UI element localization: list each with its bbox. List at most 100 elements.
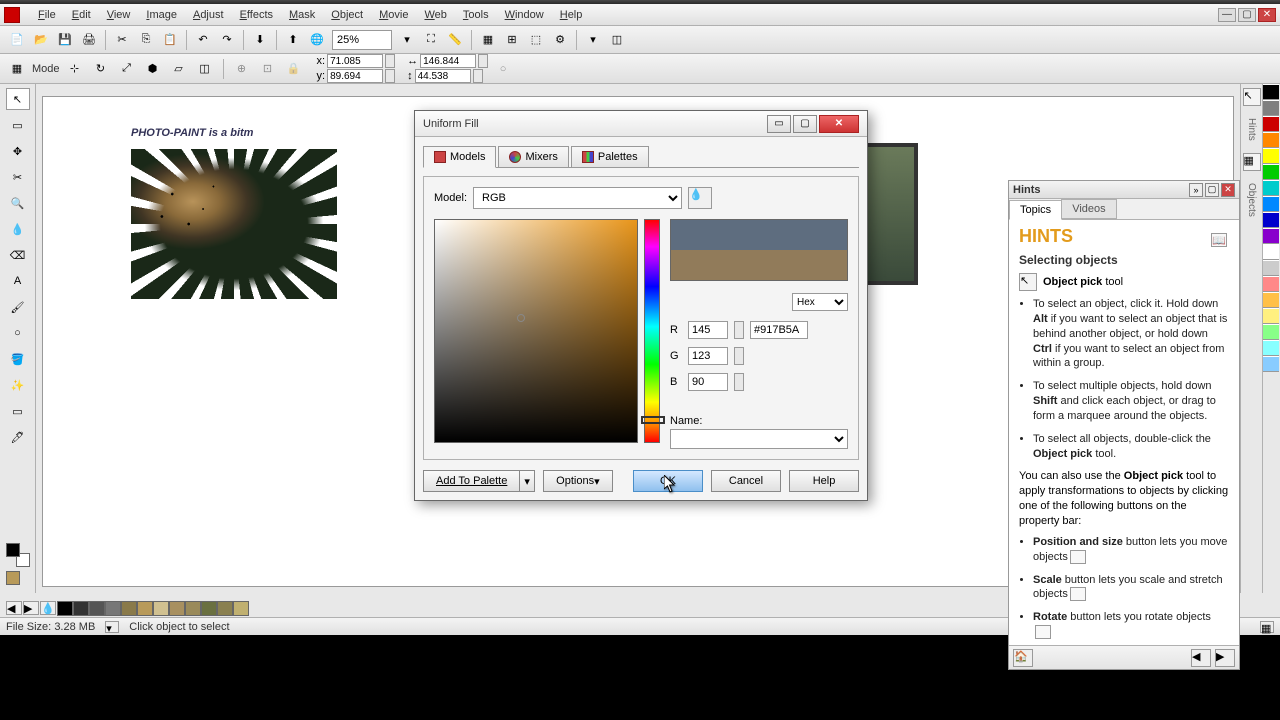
hue-slider[interactable] (644, 219, 660, 443)
model-select[interactable]: RGB (473, 187, 682, 209)
eyedropper-button[interactable]: 💧 (688, 187, 712, 209)
b-spinner[interactable] (734, 373, 744, 391)
hex-format-select[interactable]: Hex (792, 293, 848, 311)
menu-effects[interactable]: Effects (232, 7, 281, 23)
eyedropper-tool[interactable]: 💧 (6, 218, 30, 240)
hints-close-icon[interactable]: ✕ (1221, 183, 1235, 197)
doc-palette-chip[interactable] (217, 601, 233, 616)
copy-icon[interactable]: ⎘ (135, 29, 157, 51)
paste-icon[interactable]: 📋 (159, 29, 181, 51)
palette-chip[interactable] (1263, 180, 1279, 196)
zoom-tool[interactable]: 🔍 (6, 192, 30, 214)
app-switch-icon[interactable]: ◫ (606, 29, 628, 51)
pick-docker-icon[interactable]: ↖ (1243, 88, 1261, 106)
zoom-dropdown-icon[interactable]: ▾ (396, 29, 418, 51)
menu-mask[interactable]: Mask (281, 7, 323, 23)
fullscreen-icon[interactable]: ⛶ (420, 29, 442, 51)
objects-docker-tab[interactable]: Objects (1246, 183, 1257, 217)
scale-mode-icon[interactable]: ⤢ (116, 58, 138, 80)
r-spinner[interactable] (734, 321, 744, 339)
maximize-button[interactable]: ▢ (1238, 8, 1256, 22)
doc-palette-chip[interactable] (201, 601, 217, 616)
dialog-close-icon[interactable]: ✕ (819, 115, 859, 133)
options-button[interactable]: Options ▾ (543, 470, 613, 492)
palette-chip[interactable] (1263, 148, 1279, 164)
mask-rect-tool[interactable]: ▭ (6, 114, 30, 136)
eraser-tool[interactable]: ⌫ (6, 244, 30, 266)
book-icon[interactable]: 📖 (1211, 233, 1227, 247)
menu-tools[interactable]: Tools (455, 7, 497, 23)
export-icon[interactable]: ⬆ (282, 29, 304, 51)
tab-topics[interactable]: Topics (1009, 200, 1062, 220)
image-sprayer-tool[interactable]: 🖊 (6, 426, 30, 448)
crop-tool[interactable]: ✂ (6, 166, 30, 188)
snap-icon[interactable]: ⬚ (525, 29, 547, 51)
x-spinner[interactable] (385, 54, 395, 68)
minimize-button[interactable]: — (1218, 8, 1236, 22)
palette-chip[interactable] (1263, 324, 1279, 340)
close-button[interactable]: ✕ (1258, 8, 1276, 22)
palette-chip[interactable] (1263, 260, 1279, 276)
skew-mode-icon[interactable]: ⬢ (142, 58, 164, 80)
options-icon[interactable]: ⚙ (549, 29, 571, 51)
g-input[interactable] (688, 347, 728, 365)
palette-chip[interactable] (1263, 228, 1279, 244)
add-to-palette-dropdown[interactable]: ▾ (520, 470, 535, 492)
apply-icon[interactable]: ○ (492, 58, 514, 80)
menu-window[interactable]: Window (497, 7, 552, 23)
add-to-palette-button[interactable]: Add To Palette (423, 470, 520, 492)
doc-palette-chip[interactable] (89, 601, 105, 616)
palette-eyedrop-icon[interactable]: 💧 (40, 601, 56, 615)
grid-icon[interactable]: ▦ (477, 29, 499, 51)
hints-forward-icon[interactable]: ▶ (1215, 649, 1235, 667)
zoom-level[interactable] (332, 30, 392, 50)
doc-palette-chip[interactable] (185, 601, 201, 616)
hints-docker-tab[interactable]: Hints (1246, 118, 1257, 141)
palette-chip[interactable] (1263, 276, 1279, 292)
palette-chip[interactable] (1263, 308, 1279, 324)
hints-home-icon[interactable]: 🏠 (1013, 649, 1033, 667)
position-icon[interactable]: ⊕ (231, 58, 253, 80)
palette-chip[interactable] (1263, 164, 1279, 180)
palette-chip[interactable] (1263, 196, 1279, 212)
help-button[interactable]: Help (789, 470, 859, 492)
palette-chip[interactable] (1263, 340, 1279, 356)
undo-icon[interactable]: ↶ (192, 29, 214, 51)
pick-mode-icon[interactable]: ⊹ (64, 58, 86, 80)
h-input[interactable] (415, 69, 471, 83)
menu-object[interactable]: Object (323, 7, 371, 23)
palette-chip[interactable] (1263, 244, 1279, 260)
palette-chip[interactable] (1263, 84, 1279, 100)
lock-icon[interactable]: 🔒 (283, 58, 305, 80)
doc-palette-chip[interactable] (169, 601, 185, 616)
size-icon[interactable]: ⊡ (257, 58, 279, 80)
doc-palette-chip[interactable] (105, 601, 121, 616)
cancel-button[interactable]: Cancel (711, 470, 781, 492)
doc-palette-chip[interactable] (153, 601, 169, 616)
h-spinner[interactable] (473, 69, 483, 83)
g-spinner[interactable] (734, 347, 744, 365)
doc-palette-chip[interactable] (233, 601, 249, 616)
status-dropdown-icon[interactable]: ▾ (105, 621, 119, 633)
import-icon[interactable]: ⬇ (249, 29, 271, 51)
color-swatches[interactable] (6, 543, 30, 567)
doc-palette-chip[interactable] (73, 601, 89, 616)
tab-videos[interactable]: Videos (1061, 199, 1116, 219)
ok-button[interactable]: OK (633, 470, 703, 492)
object-pick-tool[interactable]: ↖ (6, 88, 30, 110)
tab-models[interactable]: Models (423, 146, 496, 168)
palette-chip[interactable] (1263, 356, 1279, 372)
guidelines-icon[interactable]: ⊞ (501, 29, 523, 51)
y-spinner[interactable] (385, 69, 395, 83)
print-icon[interactable]: 🖨 (78, 29, 100, 51)
hex-input[interactable] (750, 321, 808, 339)
menu-view[interactable]: View (99, 7, 139, 23)
b-input[interactable] (688, 373, 728, 391)
menu-image[interactable]: Image (138, 7, 185, 23)
palette-prev-icon[interactable]: ◀ (6, 601, 22, 615)
perspective-mode-icon[interactable]: ◫ (194, 58, 216, 80)
effect-tool[interactable]: ✨ (6, 374, 30, 396)
menu-file[interactable]: File (30, 7, 64, 23)
palette-chip[interactable] (1263, 292, 1279, 308)
text-tool[interactable]: A (6, 270, 30, 292)
